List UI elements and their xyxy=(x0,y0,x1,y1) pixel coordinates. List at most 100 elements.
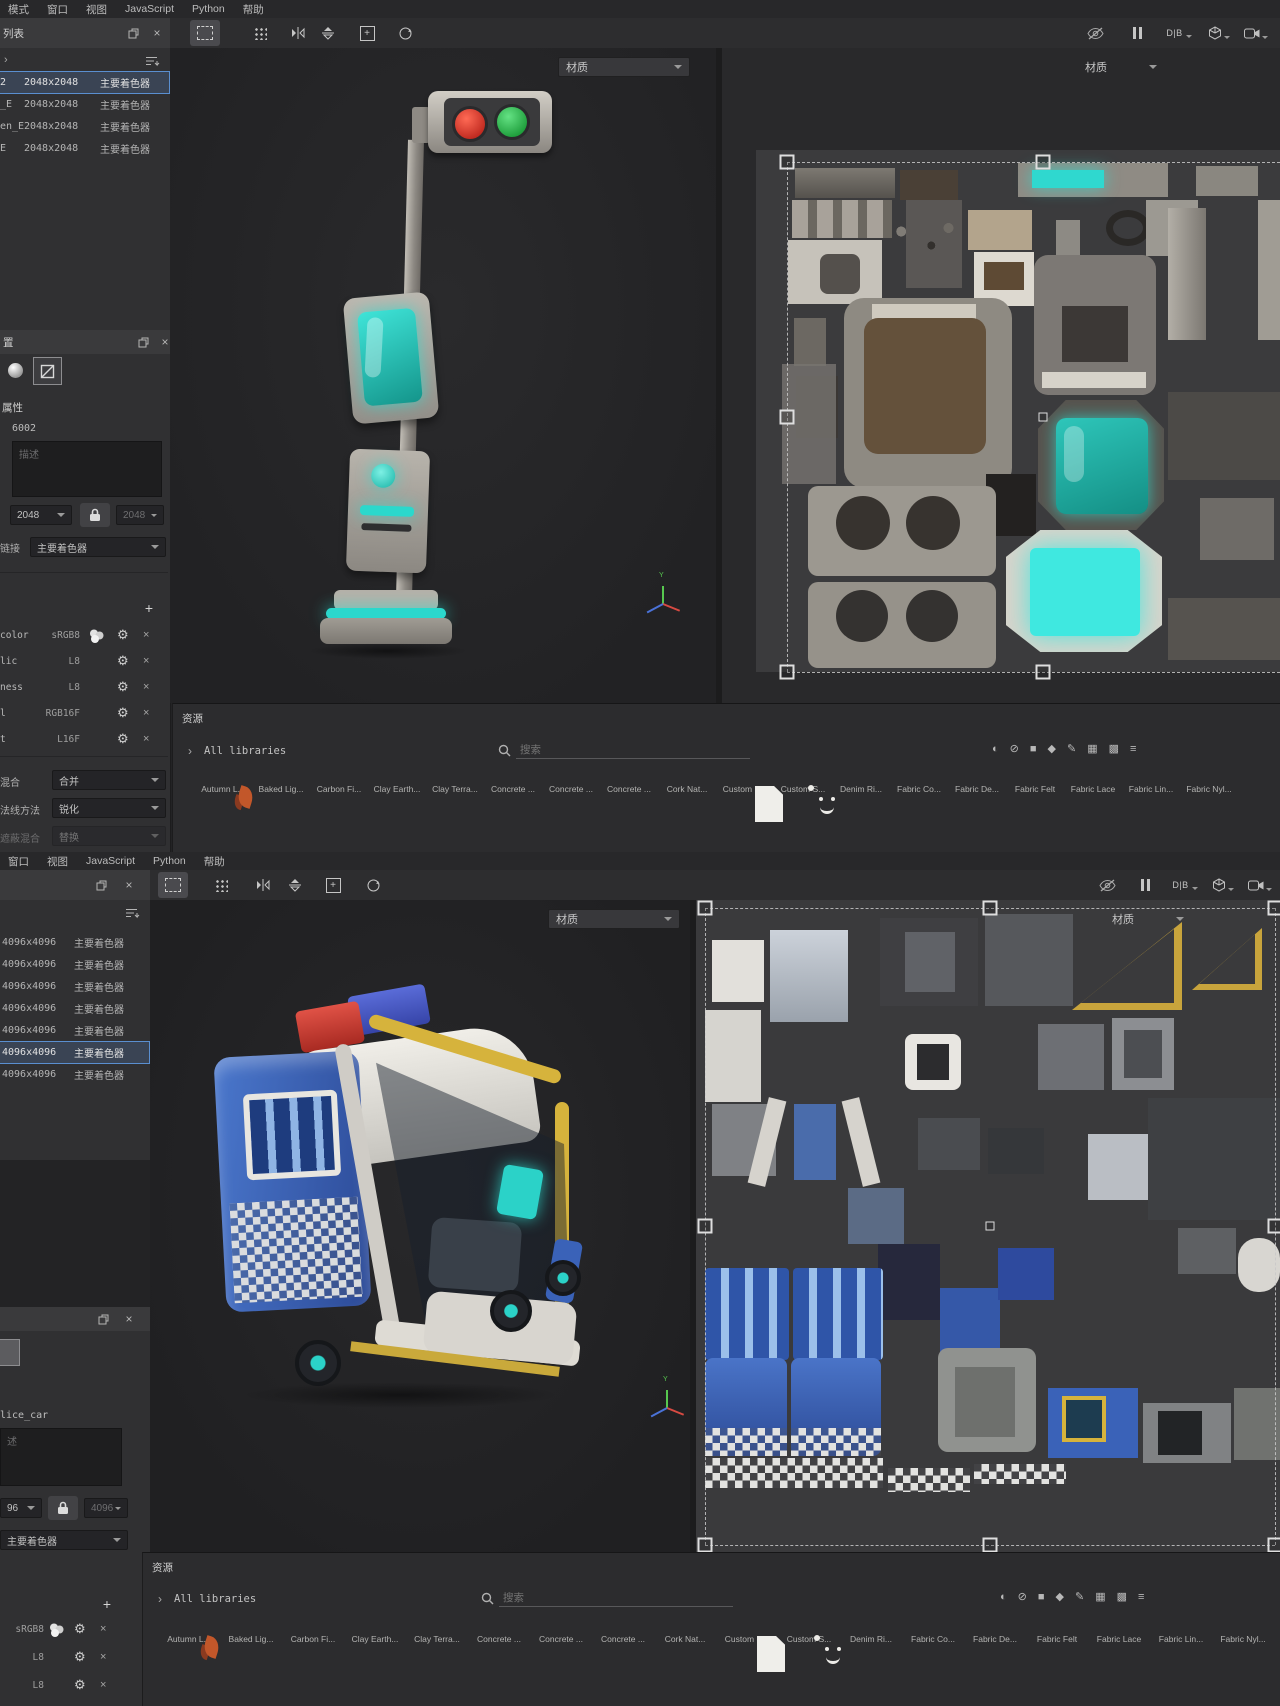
add-channel-button[interactable]: + xyxy=(138,598,160,618)
mixing-dropdown[interactable]: 替换 xyxy=(52,826,166,846)
render-mode-dropdown[interactable]: D|B xyxy=(1166,872,1204,898)
marquee-select-icon[interactable] xyxy=(190,20,220,46)
remove-channel-icon[interactable]: × xyxy=(100,1679,106,1691)
material-item[interactable]: Fabric Lin... xyxy=(1126,780,1176,794)
material-item[interactable]: Carbon Fi... xyxy=(314,780,364,794)
size-dropdown[interactable]: 2048 xyxy=(10,505,72,525)
mixing-dropdown[interactable]: 锐化 xyxy=(52,798,166,818)
material-item[interactable]: Concrete ... xyxy=(604,780,654,794)
channel-format[interactable]: sRGB8 xyxy=(0,1624,44,1635)
selection-handle[interactable] xyxy=(1039,413,1048,422)
menu-item[interactable]: 视图 xyxy=(47,854,68,869)
channel-format[interactable]: L8 xyxy=(0,1680,44,1691)
remove-channel-icon[interactable]: × xyxy=(100,1623,106,1635)
material-item[interactable]: Clay Earth... xyxy=(350,1630,400,1644)
asset-filter-icon[interactable]: ⊘ xyxy=(1010,742,1019,755)
camera-dropdown[interactable] xyxy=(1238,20,1274,46)
material-item[interactable]: Fabric Felt xyxy=(1032,1630,1082,1644)
description-input[interactable] xyxy=(12,441,162,497)
material-mode-dropdown[interactable]: 材质 xyxy=(558,57,690,77)
channel-format[interactable]: L16F xyxy=(0,734,80,745)
channel-format[interactable]: L8 xyxy=(0,656,80,667)
add-channel-button[interactable]: + xyxy=(96,1594,118,1614)
assets-breadcrumb[interactable]: All libraries xyxy=(204,745,286,757)
lock-icon[interactable] xyxy=(48,1496,78,1520)
menu-item[interactable]: 帮助 xyxy=(243,2,264,17)
material-item[interactable]: Concrete ... xyxy=(474,1630,524,1644)
assets-breadcrumb[interactable]: All libraries xyxy=(174,1593,256,1605)
shading-cube-dropdown[interactable] xyxy=(1206,872,1240,898)
texture-set-row[interactable]: 4096x4096 主要着色器 xyxy=(0,976,149,997)
pause-icon[interactable] xyxy=(1122,20,1152,46)
asset-filter-icon[interactable]: ■ xyxy=(1038,1591,1045,1603)
remove-channel-icon[interactable]: × xyxy=(143,629,149,641)
material-item[interactable]: Custom S... xyxy=(784,1630,834,1644)
remove-channel-icon[interactable]: × xyxy=(100,1651,106,1663)
material-item[interactable]: Autumn L... xyxy=(198,780,248,794)
asset-filter-icon[interactable]: ▩ xyxy=(1109,742,1119,755)
pause-icon[interactable] xyxy=(1130,872,1160,898)
mirror-horizontal-icon[interactable] xyxy=(248,872,278,898)
material-item[interactable]: Carbon Fi... xyxy=(288,1630,338,1644)
tab-texture-set[interactable] xyxy=(0,1339,20,1366)
material-mode-dropdown-2d[interactable]: 材质 xyxy=(1085,57,1157,77)
texture-set-row[interactable]: en_E 2048x2048 主要着色器 xyxy=(0,116,169,137)
float-panel-icon[interactable] xyxy=(94,878,108,892)
material-item[interactable]: Custom S... xyxy=(722,1630,772,1644)
asset-filter-icon[interactable]: ✎ xyxy=(1075,1590,1084,1603)
filter-icon[interactable] xyxy=(126,908,140,919)
material-item[interactable]: Baked Lig... xyxy=(226,1630,276,1644)
selection-handle[interactable] xyxy=(780,155,795,170)
mirror-vertical-icon[interactable] xyxy=(280,872,310,898)
selection-handle[interactable] xyxy=(780,410,795,425)
add-frame-icon[interactable]: + xyxy=(318,872,348,898)
reset-view-icon[interactable] xyxy=(390,20,420,46)
remove-channel-icon[interactable]: × xyxy=(143,681,149,693)
reset-view-icon[interactable] xyxy=(358,872,388,898)
float-panel-icon[interactable] xyxy=(126,26,140,40)
material-item[interactable]: Cork Nat... xyxy=(660,1630,710,1644)
menu-item[interactable]: JavaScript xyxy=(86,855,135,867)
environment-icon[interactable] xyxy=(1272,20,1280,46)
add-frame-icon[interactable]: + xyxy=(352,20,382,46)
texture-set-row[interactable]: 4096x4096 主要着色器 xyxy=(0,954,149,975)
gear-icon[interactable]: ⚙ xyxy=(117,653,129,669)
material-item[interactable]: Fabric De... xyxy=(952,780,1002,794)
material-item[interactable]: Custom S... xyxy=(778,780,828,794)
texture-set-row[interactable]: _E 2048x2048 主要着色器 xyxy=(0,94,169,115)
lock-icon[interactable] xyxy=(80,503,110,527)
material-item[interactable]: Fabric Lin... xyxy=(1156,1630,1206,1644)
material-item[interactable]: Concrete ... xyxy=(488,780,538,794)
search-input[interactable] xyxy=(516,742,750,759)
grid-dots-icon[interactable] xyxy=(245,20,275,46)
selection-handle[interactable] xyxy=(698,901,713,916)
material-item[interactable]: Clay Terra... xyxy=(412,1630,462,1644)
close-icon[interactable]: × xyxy=(122,878,136,892)
close-icon[interactable]: × xyxy=(150,26,164,40)
grid-dots-icon[interactable] xyxy=(206,872,236,898)
shader-link-dropdown[interactable]: 主要着色器 xyxy=(0,1530,128,1550)
asset-filter-icon[interactable]: ▦ xyxy=(1087,742,1097,755)
mixing-dropdown[interactable]: 合并 xyxy=(52,770,166,790)
selection-handle[interactable] xyxy=(698,1538,713,1553)
filter-icon[interactable] xyxy=(146,56,160,67)
material-item[interactable]: Concrete ... xyxy=(536,1630,586,1644)
asset-filter-icon[interactable]: ◐ xyxy=(1000,1591,1007,1603)
mirror-horizontal-icon[interactable] xyxy=(283,20,313,46)
material-item[interactable]: Cork Nat... xyxy=(662,780,712,794)
menu-item[interactable]: Python xyxy=(192,3,225,15)
material-item[interactable]: Fabric Nyl... xyxy=(1184,780,1234,794)
material-item[interactable]: Custom S... xyxy=(720,780,770,794)
texture-set-row[interactable]: 4096x4096 主要着色器 xyxy=(0,1020,149,1041)
material-item[interactable]: Clay Earth... xyxy=(372,780,422,794)
mirror-vertical-icon[interactable] xyxy=(313,20,343,46)
gear-icon[interactable]: ⚙ xyxy=(117,627,129,643)
texture-set-row[interactable]: 2 2048x2048 主要着色器 xyxy=(0,72,169,93)
selection-handle[interactable] xyxy=(780,665,795,680)
float-panel-icon[interactable] xyxy=(136,335,150,349)
asset-filter-icon[interactable]: ◐ xyxy=(992,743,999,755)
material-item[interactable]: Fabric De... xyxy=(970,1630,1020,1644)
material-item[interactable]: Fabric Felt xyxy=(1010,780,1060,794)
selection-handle[interactable] xyxy=(698,1219,713,1234)
material-item[interactable]: Fabric Nyl... xyxy=(1218,1630,1268,1644)
